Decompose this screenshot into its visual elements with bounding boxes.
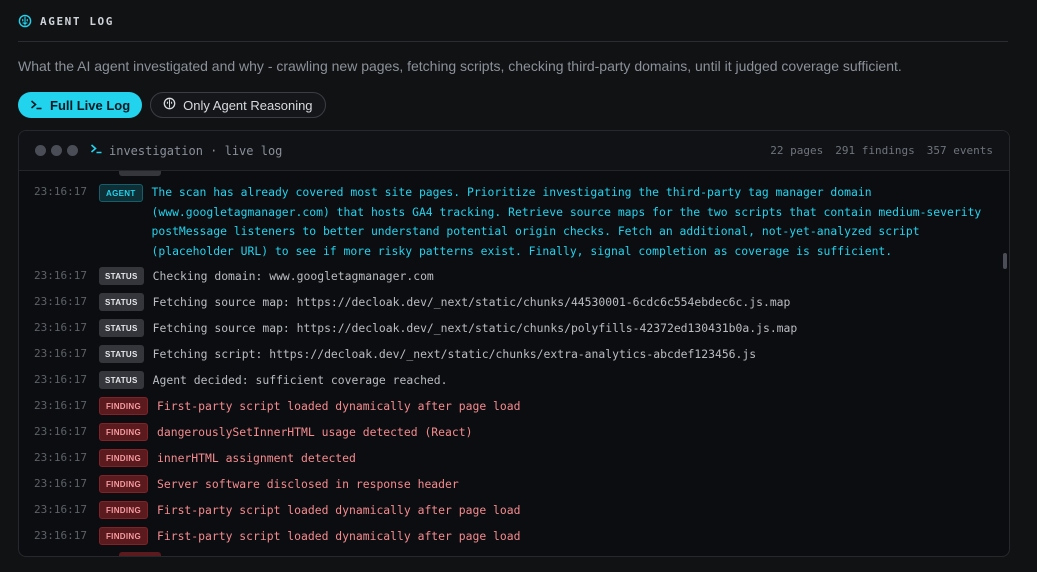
- scrollbar-thumb[interactable]: [1003, 253, 1007, 269]
- log-row: 23:16:17 STATUS Fetching source map: htt…: [19, 293, 790, 313]
- finding-badge: FINDING: [99, 475, 148, 493]
- tab-label: Only Agent Reasoning: [183, 97, 313, 113]
- timestamp: 23:16:17: [34, 321, 87, 334]
- section-description: What the AI agent investigated and why -…: [18, 58, 902, 74]
- timestamp: 23:16:17: [34, 425, 87, 438]
- finding-badge: FINDING: [99, 397, 148, 415]
- tab-label: Full Live Log: [50, 97, 131, 113]
- timestamp: 23:16:17: [34, 185, 87, 198]
- terminal-header: investigation · live log 22 pages 291 fi…: [19, 131, 1009, 171]
- timestamp: 23:16:17: [34, 451, 87, 464]
- window-dot: [35, 145, 46, 156]
- log-filter-tabs: Full Live Log Only Agent Reasoning: [18, 92, 326, 118]
- agent-badge: AGENT: [99, 184, 143, 202]
- terminal-title-text: investigation · live log: [109, 143, 283, 158]
- window-dots: [35, 145, 78, 156]
- section-title: AGENT LOG: [40, 14, 115, 28]
- log-message: First-party script loaded dynamically af…: [157, 399, 521, 413]
- log-message: dangerouslySetInnerHTML usage detected (…: [157, 425, 473, 439]
- status-badge: STATUS: [99, 293, 144, 311]
- clipped-badge: [119, 552, 161, 556]
- status-badge: STATUS: [99, 267, 144, 285]
- terminal-prompt-icon: [30, 98, 43, 113]
- log-row: 23:16:17 FINDING innerHTML assignment de…: [19, 449, 356, 469]
- log-message: Agent decided: sufficient coverage reach…: [152, 373, 448, 387]
- log-message: The scan has already covered most site p…: [151, 185, 982, 258]
- terminal-prompt-icon: [90, 143, 103, 158]
- log-stats: 22 pages 291 findings 357 events: [770, 144, 993, 157]
- timestamp: 23:16:17: [34, 373, 87, 386]
- finding-badge: FINDING: [99, 423, 148, 441]
- finding-badge: FINDING: [99, 527, 148, 545]
- timestamp: 23:16:17: [34, 477, 87, 490]
- timestamp: 23:16:17: [34, 269, 87, 282]
- live-log-terminal: investigation · live log 22 pages 291 fi…: [18, 130, 1010, 557]
- brain-icon: [163, 97, 176, 113]
- agent-log-header: AGENT LOG: [18, 11, 114, 31]
- log-message: Server software disclosed in response he…: [157, 477, 459, 491]
- log-message: Fetching script: https://decloak.dev/_ne…: [152, 347, 757, 361]
- log-message: Fetching source map: https://decloak.dev…: [152, 295, 791, 309]
- window-dot: [51, 145, 62, 156]
- window-dot: [67, 145, 78, 156]
- timestamp: 23:16:17: [34, 399, 87, 412]
- log-message: innerHTML assignment detected: [157, 451, 356, 465]
- log-row: 23:16:17 STATUS Fetching script: https:/…: [19, 345, 756, 365]
- status-badge: STATUS: [99, 371, 144, 389]
- terminal-title: investigation · live log: [90, 143, 282, 158]
- log-row: 23:16:17 STATUS Checking domain: www.goo…: [19, 267, 434, 287]
- timestamp: 23:16:17: [34, 295, 87, 308]
- finding-badge: FINDING: [99, 501, 148, 519]
- pages-count: 22 pages: [770, 144, 824, 157]
- log-row: 23:16:17 FINDING First-party script load…: [19, 501, 520, 521]
- log-row: 23:16:17 FINDING First-party script load…: [19, 397, 520, 417]
- finding-badge: FINDING: [99, 449, 148, 467]
- log-row: 23:16:17 STATUS Agent decided: sufficien…: [19, 371, 448, 391]
- log-scroll-area[interactable]: 23:16:17 AGENT The scan has already cove…: [19, 171, 1009, 556]
- log-row: 23:16:17 AGENT The scan has already cove…: [19, 183, 990, 261]
- brain-icon: [18, 14, 32, 28]
- timestamp: 23:16:17: [34, 529, 87, 542]
- log-message: Checking domain: www.googletagmanager.co…: [152, 269, 434, 283]
- log-message: Fetching source map: https://decloak.dev…: [152, 321, 798, 335]
- log-row: 23:16:17 FINDING Server software disclos…: [19, 475, 459, 495]
- status-badge: STATUS: [99, 345, 144, 363]
- clipped-badge: [119, 171, 161, 176]
- log-row: 23:16:17 FINDING First-party script load…: [19, 527, 520, 547]
- log-row: 23:16:17 STATUS Fetching source map: htt…: [19, 319, 797, 339]
- findings-count: 291 findings: [835, 144, 915, 157]
- divider: [18, 41, 1008, 42]
- events-count: 357 events: [926, 144, 993, 157]
- timestamp: 23:16:17: [34, 503, 87, 516]
- tab-full-live-log[interactable]: Full Live Log: [18, 92, 143, 118]
- log-row: 23:16:17 FINDING dangerouslySetInnerHTML…: [19, 423, 472, 443]
- status-badge: STATUS: [99, 319, 144, 337]
- tab-only-agent-reasoning[interactable]: Only Agent Reasoning: [150, 92, 326, 118]
- log-message: First-party script loaded dynamically af…: [157, 529, 521, 543]
- timestamp: 23:16:17: [34, 347, 87, 360]
- log-message: First-party script loaded dynamically af…: [157, 503, 521, 517]
